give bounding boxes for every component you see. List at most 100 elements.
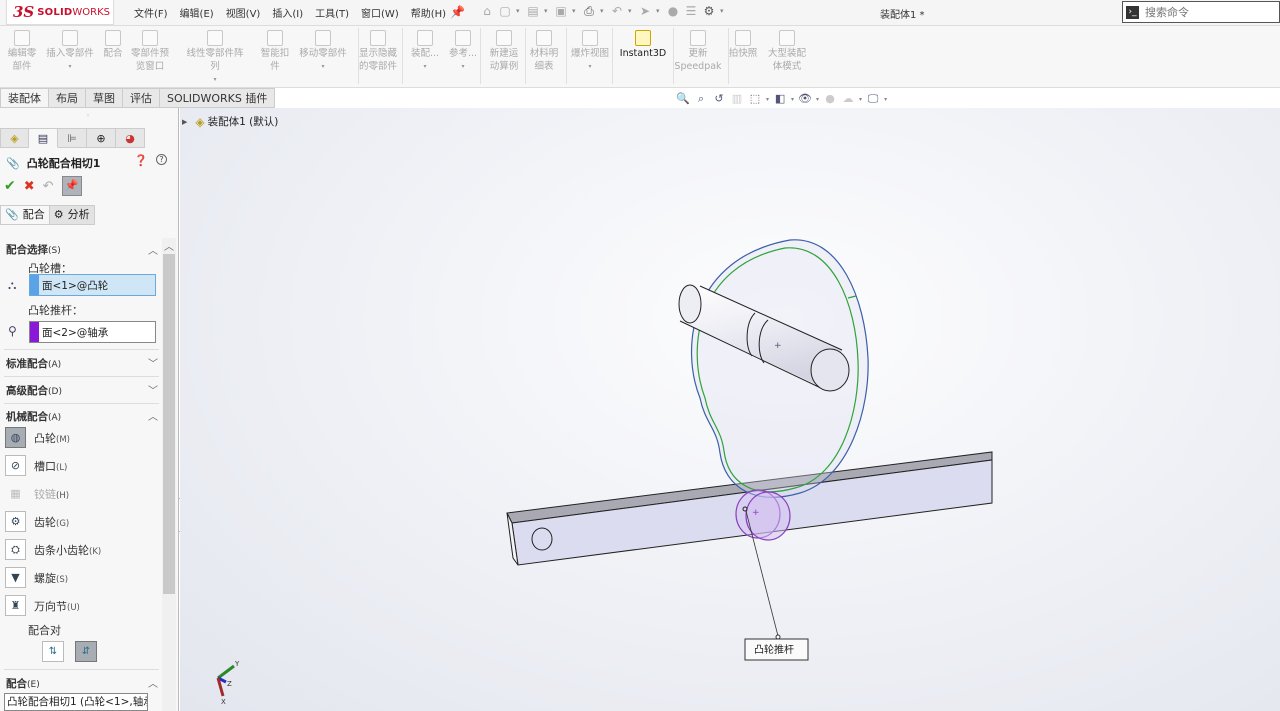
mate-gear[interactable]: ⚙ 齿轮(G) bbox=[5, 511, 69, 532]
mate-selections-header[interactable]: 配合选择(S) bbox=[6, 242, 61, 257]
options-icon[interactable]: ⚙ bbox=[702, 4, 716, 18]
mates-list[interactable]: 凸轮配合相切1 (凸轮<1>,轴承<1>) bbox=[4, 693, 148, 711]
tab-assembly[interactable]: 装配体 bbox=[0, 88, 49, 108]
open-dropdown[interactable]: ▾ bbox=[544, 7, 550, 15]
ribbon-button-instant3d[interactable]: Instant3D bbox=[613, 30, 673, 60]
cam-follower-selection-box[interactable]: 面<2>@轴承 bbox=[29, 321, 156, 343]
menu-view[interactable]: 视图(V) bbox=[220, 5, 267, 20]
ribbon-button-component-preview[interactable]: 零部件预 览窗口 bbox=[120, 30, 180, 73]
view-settings-dropdown[interactable]: ▾ bbox=[884, 96, 887, 103]
print-icon[interactable]: ⎙ bbox=[582, 4, 596, 18]
mechanical-mates-header[interactable]: 机械配合(A) bbox=[6, 409, 61, 424]
options-dropdown[interactable]: ▾ bbox=[720, 7, 726, 15]
display-style-dropdown[interactable]: ▾ bbox=[791, 96, 794, 103]
previous-view-icon[interactable]: ↺ bbox=[712, 92, 726, 106]
rebuild-icon[interactable]: ● bbox=[666, 4, 680, 18]
anti-aligned-button[interactable]: ⇵ bbox=[75, 641, 97, 662]
pin-menu-icon[interactable]: 📌 bbox=[450, 5, 465, 19]
hide-show-items-icon[interactable]: 👁 bbox=[798, 92, 812, 106]
zoom-to-area-icon[interactable]: ⌕ bbox=[694, 92, 708, 106]
new-dropdown[interactable]: ▾ bbox=[516, 7, 522, 15]
dimxpert-tab[interactable]: ⊕ bbox=[87, 128, 116, 148]
mate-screw[interactable]: ▼ 螺旋(S) bbox=[5, 567, 68, 588]
zoom-to-fit-icon[interactable]: 🔍 bbox=[676, 92, 690, 106]
help-icon[interactable]: ? bbox=[156, 154, 167, 165]
search-input[interactable] bbox=[1145, 5, 1265, 19]
view-orientation-dropdown[interactable]: ▾ bbox=[766, 96, 769, 103]
print-dropdown[interactable]: ▾ bbox=[600, 7, 606, 15]
mates-list-item[interactable]: 凸轮配合相切1 (凸轮<1>,轴承<1>) bbox=[7, 696, 147, 708]
mate-cam[interactable]: ◍ 凸轮(M) bbox=[5, 427, 70, 448]
scrollbar-thumb[interactable] bbox=[163, 254, 175, 594]
mate-slot[interactable]: ⊘ 槽口(L) bbox=[5, 455, 67, 476]
standard-mates-header[interactable]: 标准配合(A) bbox=[6, 356, 61, 371]
tab-mates[interactable]: 📎 配合 bbox=[0, 205, 50, 225]
tab-sketch[interactable]: 草图 bbox=[86, 88, 123, 108]
save-dropdown[interactable]: ▾ bbox=[572, 7, 578, 15]
panel-grip-icon[interactable]: ◦ bbox=[86, 112, 90, 120]
chevron-down-icon[interactable]: ﹀ bbox=[148, 382, 158, 397]
chevron-up-icon[interactable]: ︿ bbox=[148, 408, 158, 423]
tab-analysis[interactable]: ⚙ 分析 bbox=[49, 205, 95, 225]
chevron-up-icon[interactable]: ︿ bbox=[148, 242, 158, 257]
panel-scrollbar[interactable]: ︿ bbox=[162, 238, 176, 711]
chevron-up-icon[interactable]: ︿ bbox=[148, 675, 158, 690]
section-view-icon[interactable]: ▥ bbox=[730, 92, 744, 106]
mate-rack-pinion[interactable]: ⛭ 齿条小齿轮(K) bbox=[5, 539, 101, 560]
undo-dropdown[interactable]: ▾ bbox=[628, 7, 634, 15]
property-manager-tab[interactable]: ▤ bbox=[29, 128, 58, 148]
menu-help[interactable]: 帮助(H) bbox=[405, 5, 452, 20]
ribbon-button-linear-pattern[interactable]: 线性零部件阵列 ▾ bbox=[185, 30, 245, 86]
ribbon-button-move-component[interactable]: 移动零部件 ▾ bbox=[293, 30, 353, 73]
menu-window[interactable]: 窗口(W) bbox=[355, 5, 405, 20]
dropdown-arrow-icon[interactable]: ▾ bbox=[213, 73, 216, 86]
menu-insert[interactable]: 插入(I) bbox=[266, 5, 309, 20]
advanced-mates-header[interactable]: 高级配合(D) bbox=[6, 383, 62, 398]
display-manager-tab[interactable]: ◕ bbox=[116, 128, 145, 148]
follower-roller[interactable]: + bbox=[735, 489, 791, 541]
scene-dropdown[interactable]: ▾ bbox=[859, 96, 862, 103]
dropdown-arrow-icon[interactable]: ▾ bbox=[461, 60, 464, 73]
dropdown-arrow-icon[interactable]: ▾ bbox=[423, 60, 426, 73]
ok-button[interactable]: ✔ bbox=[4, 178, 16, 194]
dropdown-arrow-icon[interactable]: ▾ bbox=[68, 60, 71, 73]
configuration-manager-tab[interactable]: ⊫ bbox=[58, 128, 87, 148]
cam-slot-selection-box[interactable]: 面<1>@凸轮 bbox=[29, 274, 156, 296]
menu-file[interactable]: 文件(F) bbox=[128, 5, 174, 20]
edit-appearance-icon[interactable]: ● bbox=[823, 92, 837, 106]
assembly-model[interactable]: + + 凸轮推杆 bbox=[180, 108, 1280, 711]
ribbon-button-large-assembly[interactable]: 大型装配 体模式 bbox=[757, 30, 817, 73]
mates-header[interactable]: 配合(E) bbox=[6, 676, 40, 691]
dropdown-arrow-icon[interactable]: ▾ bbox=[321, 60, 324, 73]
mate-universal-joint[interactable]: ♜ 万向节(U) bbox=[5, 595, 80, 616]
save-icon[interactable]: ▣ bbox=[554, 4, 568, 18]
menu-edit[interactable]: 编辑(E) bbox=[174, 5, 220, 20]
cancel-button[interactable]: ✖ bbox=[24, 179, 35, 194]
tab-addins[interactable]: SOLIDWORKS 插件 bbox=[160, 88, 276, 108]
undo-button[interactable]: ↶ bbox=[43, 179, 54, 194]
new-icon[interactable]: ▢ bbox=[498, 4, 512, 18]
apply-scene-icon[interactable]: ☁ bbox=[841, 92, 855, 106]
home-icon[interactable]: ⌂ bbox=[480, 4, 494, 18]
view-settings-icon[interactable]: 🖵 bbox=[866, 92, 880, 106]
graphics-area[interactable]: ▶ ◈ 装配体1 (默认) + + 凸轮推杆 Y Z X bbox=[180, 108, 1280, 711]
file-properties-icon[interactable]: ☰ bbox=[684, 4, 698, 18]
menu-tools[interactable]: 工具(T) bbox=[309, 5, 355, 20]
aligned-button[interactable]: ⇅ bbox=[42, 641, 64, 662]
whats-wrong-icon[interactable]: ❓ bbox=[134, 154, 148, 167]
tab-layout[interactable]: 布局 bbox=[49, 88, 86, 108]
view-orientation-icon[interactable]: ⬚ bbox=[748, 92, 762, 106]
hide-show-dropdown[interactable]: ▾ bbox=[816, 96, 819, 103]
select-dropdown[interactable]: ▾ bbox=[656, 7, 662, 15]
tab-evaluate[interactable]: 评估 bbox=[123, 88, 160, 108]
scroll-up-icon[interactable]: ︿ bbox=[164, 238, 174, 253]
solidworks-logo[interactable]: 3S SOLID WORKS bbox=[6, 0, 114, 25]
display-style-icon[interactable]: ◧ bbox=[773, 92, 787, 106]
undo-icon[interactable]: ↶ bbox=[610, 4, 624, 18]
chevron-down-icon[interactable]: ﹀ bbox=[148, 355, 158, 370]
select-icon[interactable]: ➤ bbox=[638, 4, 652, 18]
open-icon[interactable]: ▤ bbox=[526, 4, 540, 18]
feature-manager-tab[interactable]: ◈ bbox=[0, 128, 29, 148]
ribbon-button-exploded-view[interactable]: 爆炸视图 ▾ bbox=[560, 30, 620, 73]
dropdown-arrow-icon[interactable]: ▾ bbox=[588, 60, 591, 73]
